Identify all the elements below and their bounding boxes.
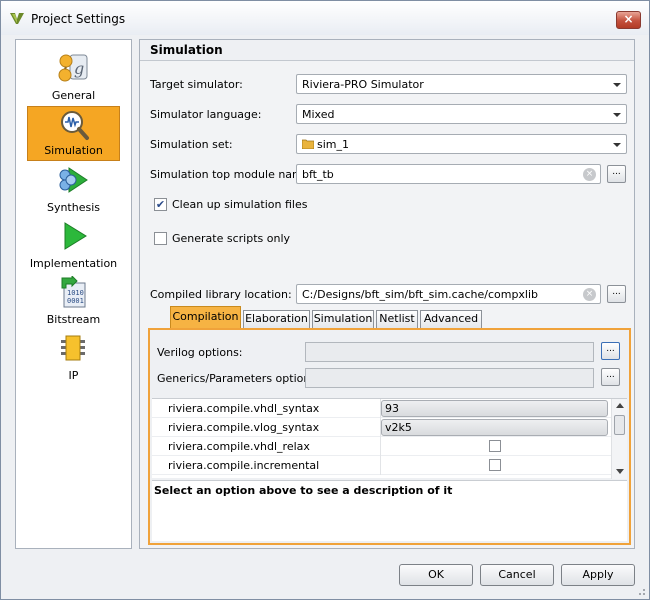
options-tab-bar: Compilation Elaboration Simulation Netli… xyxy=(150,306,630,328)
sidebar-item-general[interactable]: g General xyxy=(27,50,120,105)
browse-top-module-button[interactable]: ... xyxy=(607,165,626,183)
chevron-down-icon xyxy=(613,143,621,147)
sidebar-item-label: Bitstream xyxy=(46,313,101,326)
generate-scripts-checkbox[interactable] xyxy=(154,232,167,245)
properties-scrollbar[interactable] xyxy=(611,399,627,479)
folder-icon xyxy=(302,139,314,149)
option-description-area: Select an option above to see a descript… xyxy=(152,480,627,541)
general-icon: g xyxy=(58,54,88,82)
vivado-logo-icon xyxy=(10,13,24,24)
column-divider xyxy=(380,456,381,475)
verilog-options-label: Verilog options: xyxy=(157,346,243,359)
generate-scripts-label: Generate scripts only xyxy=(172,232,291,245)
table-row[interactable]: riviera.compile.vhdl_syntax 93 xyxy=(152,399,611,418)
clear-icon[interactable]: × xyxy=(583,168,596,181)
bitstream-icon: 1010 0001 xyxy=(61,276,86,308)
sidebar-item-implementation[interactable]: Implementation xyxy=(27,218,120,273)
property-value: 93 xyxy=(385,402,399,415)
target-simulator-select[interactable]: Riviera-PRO Simulator xyxy=(296,74,627,94)
vhdl-relax-checkbox[interactable] xyxy=(489,440,501,452)
property-value-select[interactable]: v2k5 xyxy=(381,419,608,436)
sidebar-item-bitstream[interactable]: 1010 0001 Bitstream xyxy=(27,274,120,329)
compilation-tab-panel: Verilog options: ... Generics/Parameters… xyxy=(148,328,631,545)
simulator-language-value: Mixed xyxy=(302,108,335,121)
property-value: v2k5 xyxy=(385,421,412,434)
svg-text:0001: 0001 xyxy=(67,297,84,305)
sidebar-item-ip[interactable]: IP xyxy=(27,330,120,385)
generics-button[interactable]: ... xyxy=(601,368,620,386)
close-button[interactable]: × xyxy=(616,11,641,29)
top-module-label: Simulation top module name: xyxy=(150,168,314,181)
table-row[interactable]: riviera.compile.vlog_syntax v2k5 xyxy=(152,418,611,437)
cleanup-label: Clean up simulation files xyxy=(172,198,308,211)
property-name: riviera.compile.vlog_syntax xyxy=(168,421,320,434)
simulation-settings-panel: Simulation Target simulator: Riviera-PRO… xyxy=(139,39,635,549)
scroll-down-icon[interactable] xyxy=(616,469,624,474)
sidebar-item-label: General xyxy=(51,89,96,102)
generics-field[interactable] xyxy=(305,368,594,388)
top-module-input[interactable]: bft_tb × xyxy=(296,164,601,184)
verilog-options-button[interactable]: ... xyxy=(601,342,620,360)
chevron-down-icon xyxy=(613,83,621,87)
clear-icon[interactable]: × xyxy=(583,288,596,301)
simulation-set-label: Simulation set: xyxy=(150,138,233,151)
tab-simulation[interactable]: Simulation xyxy=(312,310,374,328)
table-row[interactable]: riviera.compile.vhdl_relax xyxy=(152,437,611,456)
property-value-select[interactable]: 93 xyxy=(381,400,608,417)
sidebar-item-label: Simulation xyxy=(44,144,103,157)
cleanup-checkbox[interactable]: ✔ xyxy=(154,198,167,211)
synthesis-icon xyxy=(59,167,88,193)
section-title: Simulation xyxy=(150,43,223,57)
compilation-properties-table: riviera.compile.vhdl_syntax 93 riviera.c… xyxy=(152,398,627,479)
property-name: riviera.compile.incremental xyxy=(168,459,320,472)
cancel-button[interactable]: Cancel xyxy=(480,564,554,586)
scrollbar-thumb[interactable] xyxy=(614,415,625,435)
simulator-language-select[interactable]: Mixed xyxy=(296,104,627,124)
column-divider xyxy=(380,437,381,456)
sidebar-item-label: Implementation xyxy=(29,257,118,270)
ip-icon xyxy=(61,335,85,361)
svg-text:1010: 1010 xyxy=(67,289,84,297)
chevron-down-icon xyxy=(613,113,621,117)
sidebar-item-label: Synthesis xyxy=(46,201,101,214)
compiled-library-label: Compiled library location: xyxy=(150,288,292,301)
settings-category-list: g General Simulation Synthesis Implement… xyxy=(15,39,132,549)
simulation-set-value: sim_1 xyxy=(317,138,350,151)
tab-advanced[interactable]: Advanced xyxy=(420,310,482,328)
project-settings-dialog: Project Settings × g General Simulation xyxy=(0,0,650,600)
simulation-set-select[interactable]: sim_1 xyxy=(296,134,627,154)
tab-elaboration[interactable]: Elaboration xyxy=(243,310,310,328)
sidebar-item-simulation[interactable]: Simulation xyxy=(27,106,120,161)
implementation-icon xyxy=(64,222,87,250)
ok-button[interactable]: OK xyxy=(399,564,473,586)
table-row[interactable]: riviera.compile.incremental xyxy=(152,456,611,475)
simulation-icon xyxy=(61,111,89,140)
compiled-library-value: C:/Designs/bft_sim/bft_sim.cache/compxli… xyxy=(302,288,539,301)
generics-label: Generics/Parameters options: xyxy=(157,372,320,385)
top-module-value: bft_tb xyxy=(302,168,334,181)
scroll-up-icon[interactable] xyxy=(616,403,624,408)
svg-text:g: g xyxy=(74,59,84,78)
browse-compiled-library-button[interactable]: ... xyxy=(607,285,626,303)
close-icon: × xyxy=(623,12,634,26)
tab-compilation[interactable]: Compilation xyxy=(170,306,241,328)
incremental-checkbox[interactable] xyxy=(489,459,501,471)
property-name: riviera.compile.vhdl_relax xyxy=(168,440,310,453)
apply-button[interactable]: Apply xyxy=(561,564,635,586)
property-name: riviera.compile.vhdl_syntax xyxy=(168,402,320,415)
sidebar-item-synthesis[interactable]: Synthesis xyxy=(27,162,120,217)
resize-grip-icon[interactable] xyxy=(636,586,646,596)
simulator-language-label: Simulator language: xyxy=(150,108,262,121)
tab-netlist[interactable]: Netlist xyxy=(376,310,418,328)
sidebar-item-label: IP xyxy=(68,369,79,382)
verilog-options-field[interactable] xyxy=(305,342,594,362)
target-simulator-value: Riviera-PRO Simulator xyxy=(302,78,424,91)
target-simulator-label: Target simulator: xyxy=(150,78,243,91)
option-description-text: Select an option above to see a descript… xyxy=(154,484,453,497)
section-header: Simulation xyxy=(140,40,634,61)
compiled-library-input[interactable]: C:/Designs/bft_sim/bft_sim.cache/compxli… xyxy=(296,284,601,304)
title-bar: Project Settings × xyxy=(1,1,649,35)
window-title: Project Settings xyxy=(31,12,126,26)
